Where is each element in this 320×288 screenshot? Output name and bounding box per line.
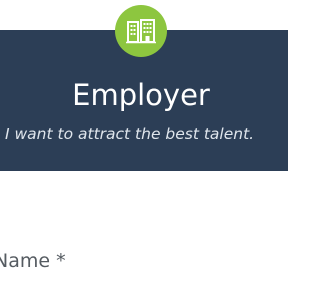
employer-badge: [115, 5, 167, 57]
page-subtitle: I want to attract the best talent.: [5, 125, 255, 143]
office-buildings-icon: [126, 18, 156, 44]
name-field-label: Name *: [0, 250, 66, 272]
employer-page: Employer I want to attract the best tale…: [0, 0, 288, 288]
page-title: Employer: [72, 78, 210, 112]
